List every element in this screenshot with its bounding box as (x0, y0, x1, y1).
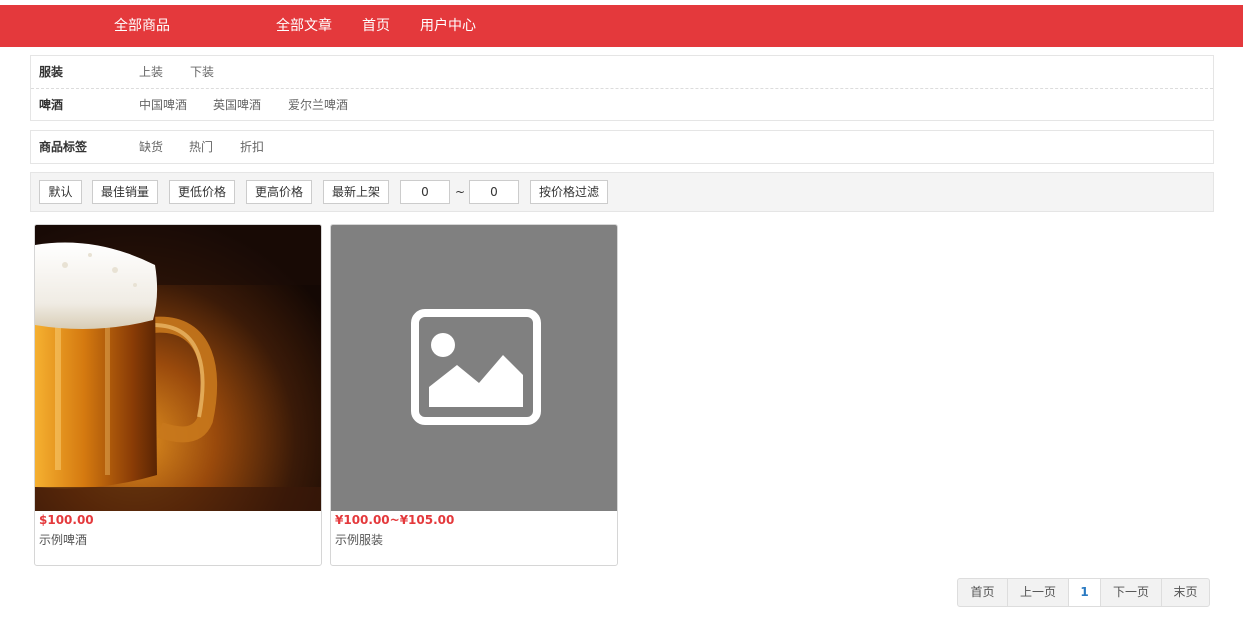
filter-row-tags: 商品标签 缺货 热门 折扣 (31, 131, 1213, 163)
filter-option-irish-beer[interactable]: 爱尔兰啤酒 (288, 89, 348, 121)
sort-newest-button[interactable]: 最新上架 (323, 180, 389, 204)
price-range-separator: ~ (455, 185, 466, 199)
filter-option-bottoms[interactable]: 下装 (190, 56, 214, 88)
nav-all-articles[interactable]: 全部文章 (276, 5, 332, 47)
beer-mug-photo (35, 225, 321, 511)
filter-label-tags: 商品标签 (39, 140, 88, 154)
pagination: 首页 上一页 1 下一页 末页 (957, 578, 1210, 607)
sort-lower-price-button[interactable]: 更低价格 (169, 180, 235, 204)
product-card[interactable]: ¥100.00~¥105.00 示例服装 (330, 224, 618, 566)
sort-bar: 默认 最佳销量 更低价格 更高价格 最新上架 ~ 按价格过滤 (30, 172, 1214, 212)
category-filter-panel: 服装 上装 下装 啤酒 中国啤酒 英国啤酒 爱尔兰啤酒 (30, 55, 1214, 121)
page-next-button[interactable]: 下一页 (1100, 579, 1161, 606)
sort-best-sales-button[interactable]: 最佳销量 (92, 180, 158, 204)
sort-higher-price-button[interactable]: 更高价格 (246, 180, 312, 204)
sort-default-button[interactable]: 默认 (39, 180, 82, 204)
filter-option-out-of-stock[interactable]: 缺货 (139, 131, 163, 163)
product-name[interactable]: 示例服装 (335, 531, 383, 548)
nav-all-goods[interactable]: 全部商品 (114, 5, 170, 47)
nav-user-center[interactable]: 用户中心 (420, 5, 476, 47)
page-last-button[interactable]: 末页 (1161, 579, 1209, 606)
tag-filter-panel: 商品标签 缺货 热门 折扣 (30, 130, 1214, 164)
filter-row-beer: 啤酒 中国啤酒 英国啤酒 爱尔兰啤酒 (31, 88, 1213, 120)
product-price: ¥100.00~¥105.00 (335, 513, 455, 527)
image-placeholder-icon (411, 309, 541, 425)
price-min-input[interactable] (400, 180, 450, 204)
filter-label-clothing: 服装 (39, 65, 64, 79)
filter-option-hot[interactable]: 热门 (189, 131, 213, 163)
filter-option-tops[interactable]: 上装 (139, 56, 163, 88)
product-image-placeholder[interactable] (331, 225, 617, 511)
product-image-beer[interactable] (35, 225, 321, 511)
top-nav-bar: 全部商品 全部文章 首页 用户中心 (0, 5, 1243, 47)
filter-label-beer: 啤酒 (39, 98, 64, 112)
product-name[interactable]: 示例啤酒 (39, 531, 87, 548)
page-first-button[interactable]: 首页 (958, 579, 1007, 606)
product-price: $100.00 (39, 513, 94, 527)
filter-option-chinese-beer[interactable]: 中国啤酒 (139, 89, 187, 121)
price-max-input[interactable] (469, 180, 519, 204)
filter-option-british-beer[interactable]: 英国啤酒 (213, 89, 261, 121)
nav-home[interactable]: 首页 (362, 5, 390, 47)
product-card[interactable]: $100.00 示例啤酒 (34, 224, 322, 566)
page-current[interactable]: 1 (1068, 579, 1100, 606)
filter-row-clothing: 服装 上装 下装 (31, 56, 1213, 88)
price-filter-button[interactable]: 按价格过滤 (530, 180, 608, 204)
page-prev-button[interactable]: 上一页 (1007, 579, 1068, 606)
filter-option-discount[interactable]: 折扣 (240, 131, 264, 163)
